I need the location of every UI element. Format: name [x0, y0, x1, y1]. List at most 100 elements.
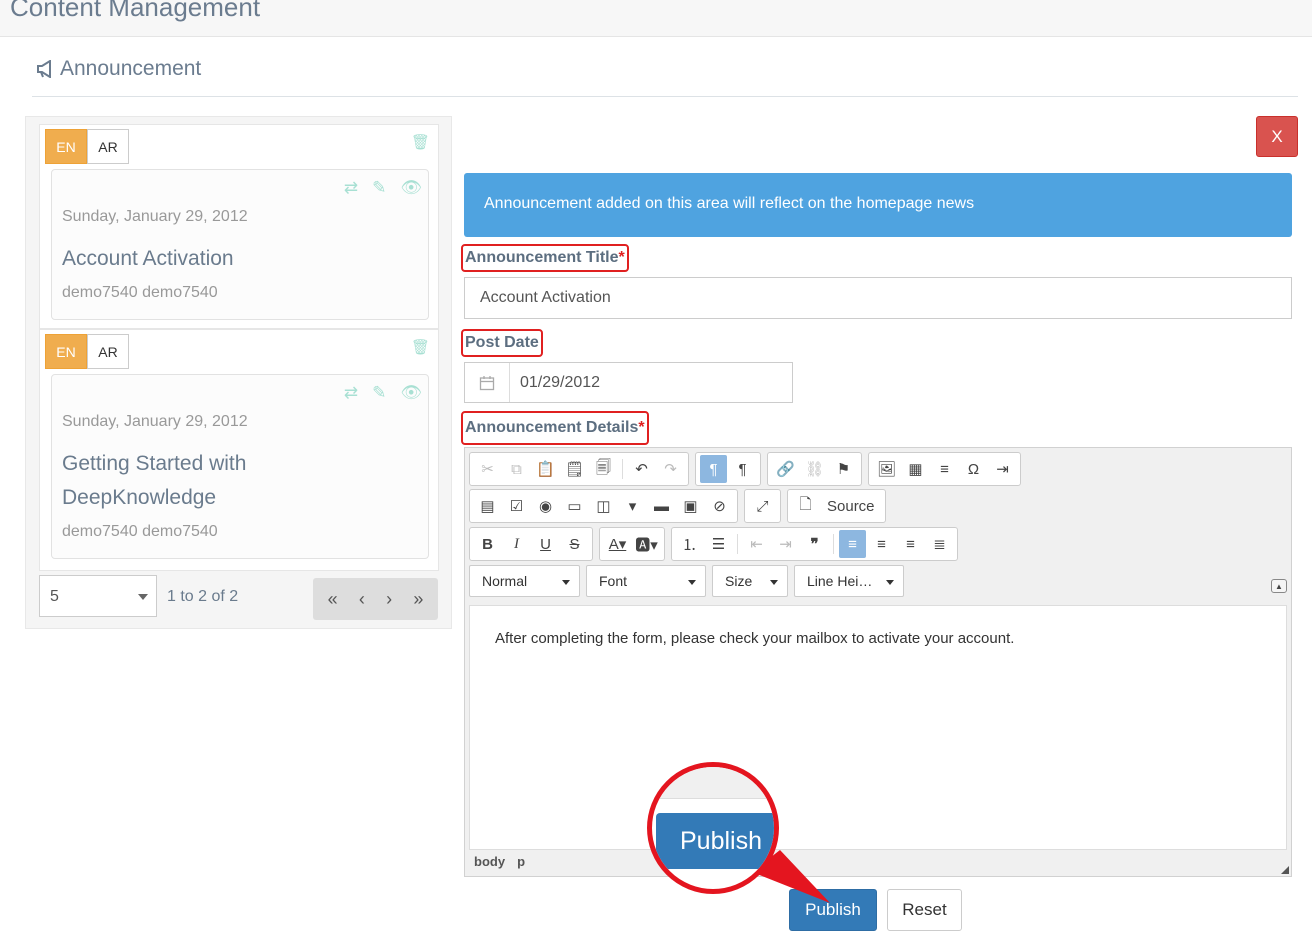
- textarea-icon[interactable]: ◫: [590, 492, 617, 520]
- first-page-button[interactable]: «: [328, 589, 338, 610]
- button-icon[interactable]: ▬: [648, 492, 675, 520]
- eye-icon[interactable]: 👁: [400, 383, 422, 403]
- source-button[interactable]: 🗋 Source: [787, 489, 886, 523]
- info-alert: Announcement added on this area will ref…: [464, 173, 1292, 237]
- prev-page-button[interactable]: ‹: [359, 589, 365, 610]
- underline-icon[interactable]: U: [532, 530, 559, 558]
- lang-en-button[interactable]: EN: [45, 334, 87, 369]
- blockquote-icon[interactable]: ❞: [801, 530, 828, 558]
- strikethrough-icon[interactable]: S: [561, 530, 588, 558]
- toolbar-group-maximize: ⤢: [744, 489, 781, 523]
- textfield-icon[interactable]: ▭: [561, 492, 588, 520]
- card-actions: ⇄ ✎ 👁: [344, 383, 422, 403]
- reset-button[interactable]: Reset: [887, 889, 962, 931]
- form-icon[interactable]: ▤: [474, 492, 501, 520]
- select-icon[interactable]: ▾: [619, 492, 646, 520]
- calendar-icon[interactable]: [465, 363, 510, 402]
- publish-button[interactable]: Publish: [789, 889, 877, 931]
- link-icon[interactable]: 🔗: [772, 455, 799, 483]
- lang-en-button[interactable]: EN: [45, 129, 87, 164]
- paste-word-icon[interactable]: 🗐: [590, 455, 617, 483]
- next-page-button[interactable]: ›: [386, 589, 392, 610]
- pencil-icon[interactable]: ✎: [372, 383, 386, 403]
- text-color-icon[interactable]: A▾: [604, 530, 631, 558]
- cut-icon[interactable]: ✂: [474, 455, 501, 483]
- font-combo[interactable]: Font: [586, 565, 706, 597]
- eye-icon[interactable]: 👁: [400, 178, 422, 198]
- pagination-info: 1 to 2 of 2: [167, 588, 239, 605]
- resize-handle[interactable]: [1281, 866, 1289, 874]
- size-combo[interactable]: Size: [712, 565, 788, 597]
- toolbar-group-links: 🔗 ⛓ ⚑: [767, 452, 862, 486]
- source-label: Source: [827, 497, 875, 515]
- italic-icon[interactable]: I: [503, 530, 530, 558]
- toolbar-row: ✂ ⧉ 📋 🗒 🗐 ↶ ↷ ¶ ¶ 🔗 ⛓ ⚑ 🖼 ▦ ≡ Ω ⇥: [469, 452, 1021, 486]
- paste-text-icon[interactable]: 🗒: [561, 455, 588, 483]
- toolbar-group-insert: 🖼 ▦ ≡ Ω ⇥: [868, 452, 1021, 486]
- trash-icon[interactable]: 🗑: [411, 338, 430, 356]
- radio-icon[interactable]: ◉: [532, 492, 559, 520]
- document-icon: 🗋: [799, 495, 812, 513]
- paste-icon[interactable]: 📋: [532, 455, 559, 483]
- align-right-icon[interactable]: ≡: [897, 530, 924, 558]
- megaphone-icon: [37, 60, 51, 78]
- numbered-list-icon[interactable]: ⒈: [676, 530, 703, 558]
- line-height-combo[interactable]: Line Hei…: [794, 565, 904, 597]
- bold-icon[interactable]: B: [474, 530, 501, 558]
- align-left-icon[interactable]: ≡: [839, 530, 866, 558]
- copy-icon[interactable]: ⧉: [503, 455, 530, 483]
- special-char-icon[interactable]: Ω: [960, 455, 987, 483]
- close-button[interactable]: X: [1256, 116, 1298, 157]
- chevron-down-icon: [562, 580, 570, 585]
- card-actions: ⇄ ✎ 👁: [344, 178, 422, 198]
- anchor-flag-icon[interactable]: ⚑: [830, 455, 857, 483]
- redo-icon[interactable]: ↷: [657, 455, 684, 483]
- toolbar-row: B I U S A▾ 🅰▾ ⒈ ☰ ⇤ ⇥ ❞ ≡ ≡ ≡ ≣: [469, 527, 958, 561]
- format-value: Normal: [482, 573, 528, 589]
- page-size-select[interactable]: 5: [39, 575, 157, 617]
- announcement-card[interactable]: ⇄ ✎ 👁 Sunday, January 29, 2012 Account A…: [51, 169, 429, 320]
- section-title: Announcement: [60, 57, 202, 80]
- rich-text-editor: ✂ ⧉ 📋 🗒 🗐 ↶ ↷ ¶ ¶ 🔗 ⛓ ⚑ 🖼 ▦ ≡ Ω ⇥ ▤ ☑ ◉ …: [464, 447, 1292, 877]
- bulleted-list-icon[interactable]: ☰: [705, 530, 732, 558]
- collapse-toolbar-icon[interactable]: ▲: [1271, 579, 1287, 593]
- outdent-icon[interactable]: ⇤: [743, 530, 770, 558]
- translate-icon[interactable]: ⇄: [344, 178, 358, 198]
- last-page-button[interactable]: »: [413, 589, 423, 610]
- table-icon[interactable]: ▦: [902, 455, 929, 483]
- rtl-icon[interactable]: ¶: [729, 455, 756, 483]
- font-value: Font: [599, 573, 628, 589]
- undo-icon[interactable]: ↶: [628, 455, 655, 483]
- announcement-card[interactable]: ⇄ ✎ 👁 Sunday, January 29, 2012 Getting S…: [51, 374, 429, 559]
- translate-icon[interactable]: ⇄: [344, 383, 358, 403]
- unlink-icon[interactable]: ⛓: [801, 455, 828, 483]
- indent-icon[interactable]: ⇥: [772, 530, 799, 558]
- ltr-icon[interactable]: ¶: [700, 455, 727, 483]
- title-input[interactable]: Account Activation: [464, 277, 1292, 319]
- path-body[interactable]: body: [474, 854, 505, 869]
- size-value: Size: [725, 573, 753, 589]
- bg-color-icon[interactable]: 🅰▾: [633, 530, 660, 558]
- checkbox-icon[interactable]: ☑: [503, 492, 530, 520]
- path-p[interactable]: p: [517, 854, 525, 869]
- horizontal-line-icon[interactable]: ≡: [931, 455, 958, 483]
- editor-content[interactable]: After completing the form, please check …: [469, 605, 1287, 850]
- pencil-icon[interactable]: ✎: [372, 178, 386, 198]
- lang-ar-button[interactable]: AR: [87, 334, 129, 369]
- chevron-down-icon: [886, 580, 894, 585]
- line-height-value: Line Hei…: [807, 573, 873, 589]
- announcement-date: Sunday, January 29, 2012: [62, 208, 248, 225]
- image-button-icon[interactable]: ▣: [677, 492, 704, 520]
- align-center-icon[interactable]: ≡: [868, 530, 895, 558]
- chevron-down-icon: [770, 580, 778, 585]
- maximize-icon[interactable]: ⤢: [749, 492, 776, 520]
- format-combo[interactable]: Normal: [469, 565, 580, 597]
- hidden-field-icon[interactable]: ⊘: [706, 492, 733, 520]
- page-break-icon[interactable]: ⇥: [989, 455, 1016, 483]
- lang-ar-button[interactable]: AR: [87, 129, 129, 164]
- post-date-field[interactable]: 01/29/2012: [464, 362, 793, 403]
- align-justify-icon[interactable]: ≣: [926, 530, 953, 558]
- trash-icon[interactable]: 🗑: [411, 133, 430, 151]
- image-icon[interactable]: 🖼: [873, 455, 900, 483]
- toolbar-group-forms: ▤ ☑ ◉ ▭ ◫ ▾ ▬ ▣ ⊘: [469, 489, 738, 523]
